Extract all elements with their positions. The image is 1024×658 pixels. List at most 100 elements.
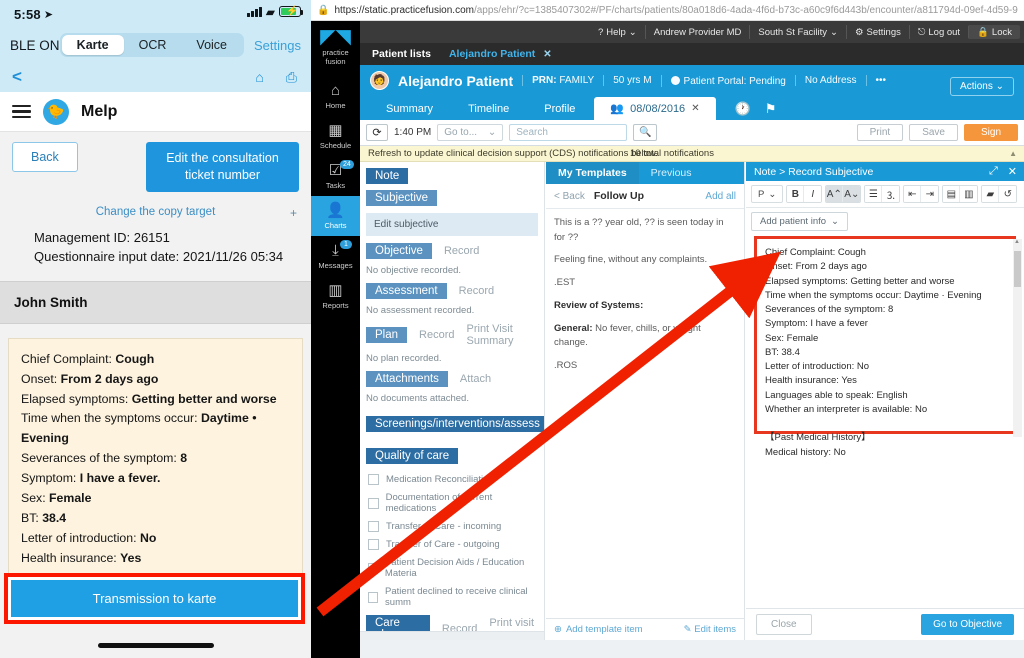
sidebar-item-reports[interactable]: ▥ Reports <box>311 276 360 316</box>
bold-button[interactable]: B <box>787 186 805 202</box>
patient-name: Alejandro Patient <box>398 72 514 89</box>
tab-voice[interactable]: Voice <box>181 35 242 55</box>
tab-my-templates[interactable]: My Templates <box>546 162 639 184</box>
transmit-to-karte-button[interactable]: Transmission to karte <box>11 580 298 617</box>
search-input[interactable]: Search <box>509 124 628 141</box>
back-chevron-icon[interactable]: < <box>12 67 22 87</box>
actions-button[interactable]: Actions ⌄ <box>950 77 1014 96</box>
numbered-list-icon[interactable]: ⒊ <box>882 186 900 202</box>
increase-font-button[interactable]: A⌃ <box>826 186 844 202</box>
eraser-icon[interactable]: ▰ <box>982 186 1000 202</box>
history-clock-icon[interactable]: 🕐 <box>735 101 751 117</box>
change-copy-target-row[interactable]: Change the copy target + <box>0 206 311 220</box>
close-button[interactable]: Close <box>756 614 812 635</box>
quality-checkbox-row[interactable]: Patient declined to receive clinical sum… <box>368 586 538 608</box>
expand-icon[interactable]: ⤢ <box>989 165 998 178</box>
quality-checkbox-row[interactable]: Medication Reconciliation <box>368 474 538 485</box>
undo-icon[interactable]: ↺ <box>999 186 1017 202</box>
save-button[interactable]: Save <box>909 124 958 141</box>
edit-subjective-field[interactable]: Edit subjective <box>366 213 538 236</box>
sidebar-item-schedule[interactable]: ▦ Schedule <box>311 116 360 156</box>
checkbox-icon[interactable] <box>368 497 379 509</box>
refresh-icon[interactable]: ⟳ <box>366 124 388 141</box>
close-icon[interactable]: ✕ <box>691 103 699 114</box>
tab-encounter-date[interactable]: 👥 08/08/2016 ✕ <box>594 97 716 120</box>
more-icon[interactable]: ••• <box>865 75 886 86</box>
logout-button[interactable]: ⎋ Log out <box>908 25 968 39</box>
template-line-text: Feeling fine, without any complaints. <box>554 254 708 266</box>
checkbox-icon[interactable] <box>368 591 379 603</box>
objective-empty-text: No objective recorded. <box>366 265 462 276</box>
outdent-icon[interactable]: ⇤ <box>904 186 922 202</box>
sidebar-item-home[interactable]: ⌂ Home <box>311 76 360 116</box>
mode-segmented-control[interactable]: Karte OCR Voice <box>59 33 245 57</box>
quality-checkbox-row[interactable]: Transfer of Care - outgoing <box>368 539 538 550</box>
checkbox-icon[interactable] <box>368 521 379 532</box>
tab-summary[interactable]: Summary <box>370 98 449 120</box>
collapse-icon[interactable]: ▲ <box>1009 149 1017 158</box>
lock-button[interactable]: 🔒 Lock <box>968 25 1020 39</box>
flag-icon[interactable]: ⚑ <box>765 101 777 117</box>
checkbox-icon[interactable] <box>368 562 378 574</box>
sidebar-item-tasks[interactable]: ☑ 24 Tasks <box>311 156 360 196</box>
melp-logo-icon: 🐤 <box>43 98 69 125</box>
paragraph-style-select[interactable]: P ⌄ <box>751 185 784 203</box>
back-button[interactable]: Back <box>12 142 78 172</box>
objective-record-link[interactable]: Record <box>444 245 479 257</box>
bullet-list-icon[interactable]: ☰ <box>865 186 883 202</box>
help-menu[interactable]: ? Help ⌄ <box>590 25 645 39</box>
tab-profile[interactable]: Profile <box>528 98 591 120</box>
sign-button[interactable]: Sign <box>963 124 1018 141</box>
settings-menu[interactable]: ⚙ Settings <box>846 25 909 39</box>
printer-icon[interactable]: ⎙ <box>286 69 297 86</box>
facility-selector[interactable]: South St Facility ⌄ <box>749 25 846 39</box>
home-icon[interactable]: ⌂ <box>255 69 263 86</box>
patient-address[interactable]: No Address <box>794 75 857 86</box>
add-template-item-link[interactable]: Add template item <box>566 624 643 635</box>
tab-ocr[interactable]: OCR <box>124 35 182 55</box>
subjective-textarea[interactable]: Chief Complaint: Cough Onset: From 2 day… <box>757 239 1013 467</box>
templates-back-link[interactable]: < Back <box>554 191 585 202</box>
italic-button[interactable]: I <box>804 186 822 202</box>
plus-icon[interactable]: + <box>290 206 297 220</box>
indent-icon[interactable]: ⇥ <box>921 186 939 202</box>
horizontal-scrollbar[interactable] <box>360 631 544 640</box>
go-to-objective-button[interactable]: Go to Objective <box>921 614 1014 635</box>
print-button[interactable]: Print <box>856 124 904 141</box>
checkbox-icon[interactable] <box>368 539 379 550</box>
settings-link[interactable]: Settings <box>254 38 301 53</box>
close-icon[interactable]: ✕ <box>543 49 551 60</box>
align-left-icon[interactable]: ▤ <box>943 186 961 202</box>
attach-link[interactable]: Attach <box>460 373 491 385</box>
align-center-icon[interactable]: ▥ <box>960 186 978 202</box>
karte-line-value: From 2 days ago <box>60 371 159 386</box>
bar-chart-icon: ▥ <box>328 282 343 300</box>
close-icon[interactable]: ✕ <box>1008 165 1017 178</box>
quality-checkbox-row[interactable]: Transfer of Care - incoming <box>368 521 538 532</box>
print-visit-summary-link[interactable]: Print Visit Summary <box>467 323 545 347</box>
edit-items-link[interactable]: ✎ Edit items <box>684 624 736 635</box>
add-patient-info-button[interactable]: Add patient info ⌄ <box>751 212 848 231</box>
search-icon[interactable]: 🔍 <box>633 124 658 141</box>
sidebar-item-charts[interactable]: 👤 Charts <box>311 196 360 237</box>
tab-patient-alejandro[interactable]: Alejandro Patient ✕ <box>449 48 552 60</box>
subjective-scrollbar[interactable] <box>1013 239 1022 437</box>
quality-checkbox-row[interactable]: Documentation of current medications <box>368 492 538 514</box>
quality-checkbox-row[interactable]: Patient Decision Aids / Education Materi… <box>368 557 538 579</box>
subjective-footer: Close Go to Objective <box>746 608 1024 640</box>
edit-ticket-button[interactable]: Edit the consultation ticket number <box>146 142 299 192</box>
tab-karte[interactable]: Karte <box>61 35 124 55</box>
assessment-record-link[interactable]: Record <box>459 285 494 297</box>
sidebar-item-messages[interactable]: ⤓ 1 Messages <box>311 236 360 276</box>
decrease-font-button[interactable]: A⌄ <box>843 186 861 202</box>
browser-url-bar[interactable]: 🔒 https://static.practicefusion.com/apps… <box>311 0 1024 21</box>
tab-previous[interactable]: Previous <box>639 162 704 184</box>
goto-select[interactable]: Go to... ⌄ <box>437 124 504 141</box>
plan-record-link[interactable]: Record <box>419 329 454 341</box>
tab-timeline[interactable]: Timeline <box>452 98 525 120</box>
add-all-link[interactable]: Add all <box>705 191 736 202</box>
hamburger-menu-icon[interactable] <box>12 104 31 119</box>
tab-patient-lists[interactable]: Patient lists <box>372 48 431 60</box>
url-domain: https://static.practicefusion.com <box>334 4 474 16</box>
checkbox-icon[interactable] <box>368 474 379 485</box>
